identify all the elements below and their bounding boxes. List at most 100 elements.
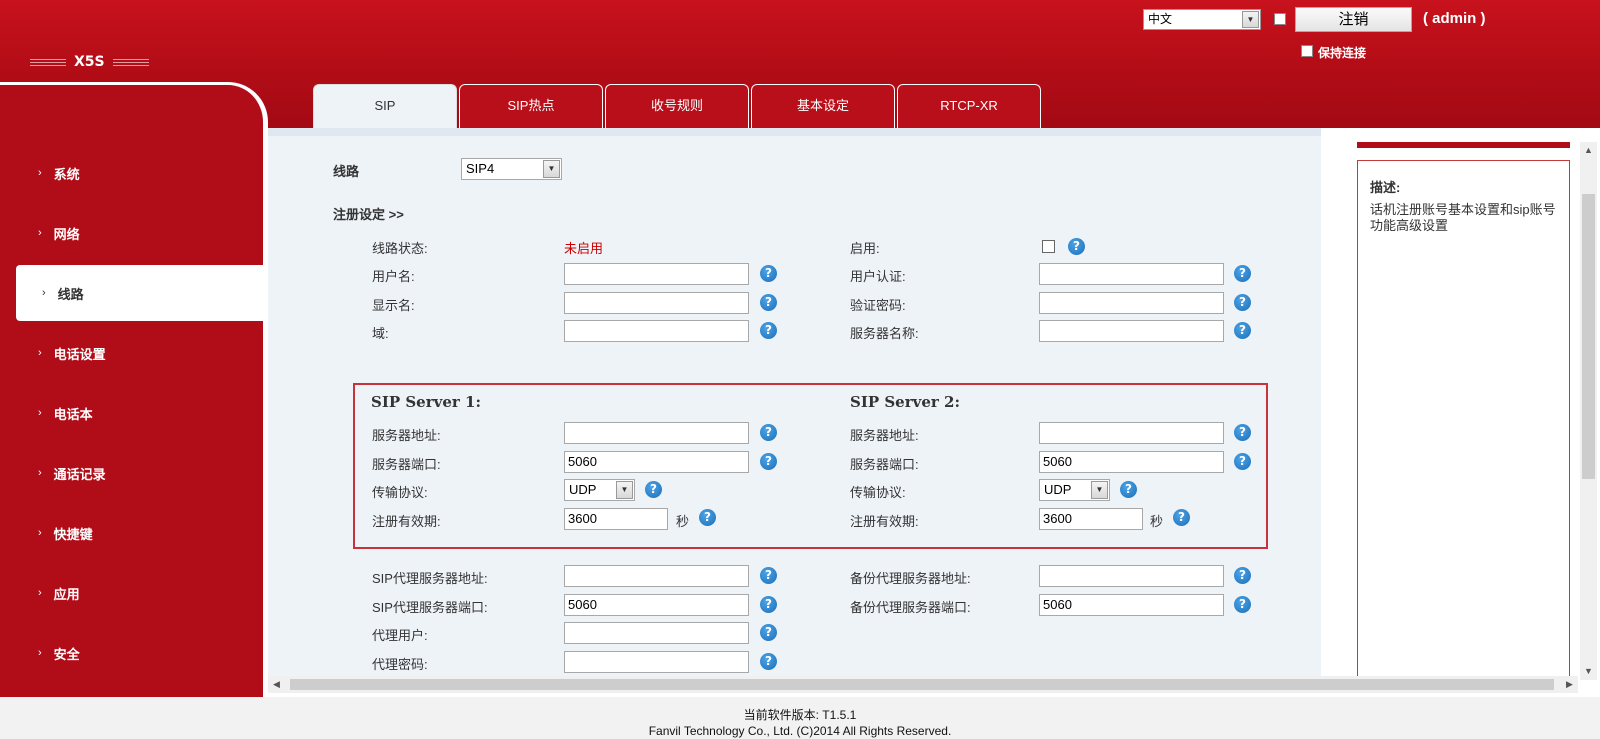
chevron-right-icon: › xyxy=(38,527,42,539)
chevron-right-icon: › xyxy=(38,587,42,599)
help-icon[interactable]: ? xyxy=(760,322,777,339)
server2-address-label: 服务器地址: xyxy=(850,428,919,443)
chevron-down-icon: ▼ xyxy=(1091,481,1108,499)
language-value: 中文 xyxy=(1148,12,1173,26)
sidebar-item-label: 通话记录 xyxy=(53,466,106,482)
sidebar-item-shortcuts[interactable]: › 快捷键 xyxy=(0,505,263,561)
server2-transport-value: UDP xyxy=(1044,482,1072,497)
line-select[interactable]: SIP4 ▼ xyxy=(461,158,562,180)
line-label: 线路 xyxy=(333,164,360,179)
current-user: ( admin ) xyxy=(1423,10,1486,27)
proxy-user-input[interactable] xyxy=(564,622,749,644)
help-icon[interactable]: ? xyxy=(760,624,777,641)
scroll-thumb[interactable] xyxy=(290,679,1554,690)
horizontal-scrollbar[interactable]: ◀ ▶ xyxy=(268,676,1578,693)
help-icon[interactable]: ? xyxy=(1234,424,1251,441)
auth-user-input[interactable] xyxy=(1039,263,1224,285)
sidebar-item-call-log[interactable]: › 通话记录 xyxy=(0,445,263,501)
vertical-scrollbar[interactable]: ▲ ▼ xyxy=(1580,142,1597,680)
logo-right-bars xyxy=(112,58,149,66)
help-icon[interactable]: ? xyxy=(1068,238,1085,255)
scroll-down-icon[interactable]: ▼ xyxy=(1580,663,1597,680)
sidebar-item-network[interactable]: › 网络 xyxy=(0,205,263,261)
proxy-password-input[interactable] xyxy=(564,651,749,673)
line-select-value: SIP4 xyxy=(466,161,495,176)
server1-expiry-unit: 秒 xyxy=(676,514,690,529)
scroll-up-icon[interactable]: ▲ xyxy=(1580,142,1597,159)
chevron-right-icon: › xyxy=(38,407,42,419)
username-input[interactable] xyxy=(564,263,749,285)
enable-checkbox[interactable] xyxy=(1042,240,1055,253)
server1-transport-value: UDP xyxy=(569,482,597,497)
server2-address-input[interactable] xyxy=(1039,422,1224,444)
chevron-right-icon: › xyxy=(38,227,42,239)
domain-input[interactable] xyxy=(564,320,749,342)
proxy-port-label: SIP代理服务器端口: xyxy=(372,600,488,615)
backup-proxy-port-input[interactable]: 5060 xyxy=(1039,594,1224,616)
sidebar-item-phonebook[interactable]: › 电话本 xyxy=(0,385,263,441)
help-icon[interactable]: ? xyxy=(1234,567,1251,584)
tab-sip[interactable]: SIP xyxy=(313,84,457,128)
language-select[interactable]: 中文 ▼ xyxy=(1143,9,1261,30)
backup-proxy-port-label: 备份代理服务器端口: xyxy=(850,600,971,615)
server1-port-input[interactable]: 5060 xyxy=(564,451,749,473)
server1-transport-select[interactable]: UDP ▼ xyxy=(564,479,635,501)
sidebar-item-line[interactable]: › 线路 xyxy=(16,265,264,321)
description-panel: 描述: 话机注册账号基本设置和sip账号功能高级设置 xyxy=(1357,160,1570,680)
sidebar-item-label: 网络 xyxy=(53,226,80,242)
auth-user-label: 用户认证: xyxy=(850,269,906,284)
proxy-port-input[interactable]: 5060 xyxy=(564,594,749,616)
scroll-left-icon[interactable]: ◀ xyxy=(268,676,285,693)
logout-button[interactable]: 注销 xyxy=(1295,7,1412,32)
sidebar-item-system[interactable]: › 系统 xyxy=(0,145,263,201)
help-icon[interactable]: ? xyxy=(760,596,777,613)
backup-proxy-address-input[interactable] xyxy=(1039,565,1224,587)
help-icon[interactable]: ? xyxy=(760,424,777,441)
tab-sip-hotspot[interactable]: SIP热点 xyxy=(459,84,603,128)
proxy-address-input[interactable] xyxy=(564,565,749,587)
server2-transport-select[interactable]: UDP ▼ xyxy=(1039,479,1110,501)
help-icon[interactable]: ? xyxy=(1234,596,1251,613)
help-icon[interactable]: ? xyxy=(760,265,777,282)
help-icon[interactable]: ? xyxy=(699,509,716,526)
sidebar-item-applications[interactable]: › 应用 xyxy=(0,565,263,621)
server2-port-input[interactable]: 5060 xyxy=(1039,451,1224,473)
server1-expiry-input[interactable]: 3600 xyxy=(564,508,668,530)
help-icon[interactable]: ? xyxy=(760,567,777,584)
tab-dial-plan[interactable]: 收号规则 xyxy=(605,84,749,128)
server2-expiry-input[interactable]: 3600 xyxy=(1039,508,1143,530)
auth-password-input[interactable] xyxy=(1039,292,1224,314)
server2-expiry-label: 注册有效期: xyxy=(850,514,919,529)
registration-settings-heading[interactable]: 注册设定 >> xyxy=(333,204,404,223)
help-icon[interactable]: ? xyxy=(1234,453,1251,470)
display-name-input[interactable] xyxy=(564,292,749,314)
help-icon[interactable]: ? xyxy=(1173,509,1190,526)
language-checkbox[interactable] xyxy=(1274,13,1286,25)
chevron-right-icon: › xyxy=(38,647,42,659)
scroll-thumb[interactable] xyxy=(1582,194,1595,479)
server1-address-label: 服务器地址: xyxy=(372,428,441,443)
server1-port-label: 服务器端口: xyxy=(372,457,441,472)
server2-expiry-unit: 秒 xyxy=(1150,514,1164,529)
help-icon[interactable]: ? xyxy=(645,481,662,498)
help-icon[interactable]: ? xyxy=(760,294,777,311)
sidebar-item-label: 电话设置 xyxy=(53,346,106,362)
help-icon[interactable]: ? xyxy=(760,453,777,470)
scroll-right-icon[interactable]: ▶ xyxy=(1561,676,1578,693)
help-icon[interactable]: ? xyxy=(1234,322,1251,339)
help-icon[interactable]: ? xyxy=(1120,481,1137,498)
sidebar-item-phone-settings[interactable]: › 电话设置 xyxy=(0,325,263,381)
keep-connected-label: 保持连接 xyxy=(1318,46,1367,60)
keep-connected-checkbox[interactable] xyxy=(1301,45,1313,57)
help-icon[interactable]: ? xyxy=(1234,294,1251,311)
help-icon[interactable]: ? xyxy=(1234,265,1251,282)
tab-rtcp-xr[interactable]: RTCP-XR xyxy=(897,84,1041,128)
server-name-input[interactable] xyxy=(1039,320,1224,342)
software-version: 当前软件版本: T1.5.1 xyxy=(743,708,857,722)
sidebar-item-security[interactable]: › 安全 xyxy=(0,625,263,681)
tab-basic-settings[interactable]: 基本设定 xyxy=(751,84,895,128)
server1-address-input[interactable] xyxy=(564,422,749,444)
help-icon[interactable]: ? xyxy=(760,653,777,670)
sidebar-item-label: 安全 xyxy=(53,646,80,662)
enable-label: 启用: xyxy=(850,241,880,256)
